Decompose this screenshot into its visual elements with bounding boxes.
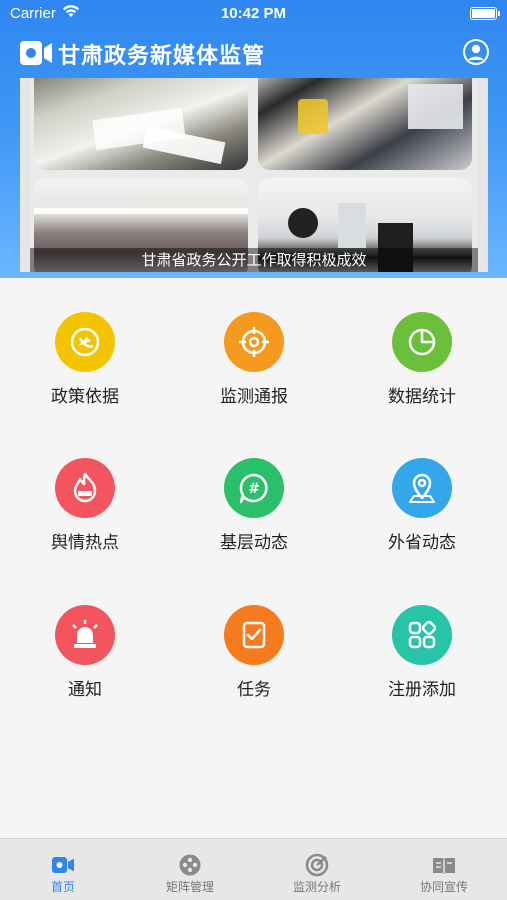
grid-item-monitoring-report[interactable]: 监测通报 xyxy=(169,300,339,420)
grid-item-label: 外省动态 xyxy=(388,533,456,553)
matrix-icon xyxy=(178,853,202,877)
tab-collaborative-publicity[interactable]: 协同宣传 xyxy=(381,839,507,900)
grid-item-data-statistics[interactable]: 数据统计 xyxy=(337,300,507,420)
banner-photo xyxy=(258,78,472,170)
page-title: 甘肃政务新媒体监管 xyxy=(58,44,266,69)
grid-item-other-provinces[interactable]: 外省动态 xyxy=(337,446,507,566)
tab-label: 矩阵管理 xyxy=(165,880,214,894)
apps-grid-icon xyxy=(392,605,452,665)
hashtag-chat-icon: # xyxy=(224,458,284,518)
grid-item-grassroots-news[interactable]: # 基层动态 xyxy=(169,446,339,566)
svg-text:#: # xyxy=(248,481,260,497)
video-camera-icon xyxy=(19,40,53,66)
grid-item-label: 通知 xyxy=(68,680,102,700)
tab-label: 监测分析 xyxy=(292,880,341,894)
grid-item-label: 舆情热点 xyxy=(51,533,119,553)
alarm-siren-icon xyxy=(55,605,115,665)
clock: 10:42 PM xyxy=(220,5,287,22)
grid-item-label: 任务 xyxy=(237,680,271,700)
tab-label: 协同宣传 xyxy=(419,880,468,894)
task-check-icon xyxy=(224,605,284,665)
battery-icon xyxy=(470,7,500,20)
grid-item-label: 基层动态 xyxy=(220,533,288,553)
header: Carrier 10:42 PM 甘肃政务新媒体监管 甘肃省政务公开工作取得积极… xyxy=(0,0,507,278)
map-location-icon xyxy=(392,458,452,518)
tab-home[interactable]: 首页 xyxy=(0,839,126,900)
pie-chart-icon xyxy=(392,312,452,372)
grid-item-label: 数据统计 xyxy=(388,387,456,407)
tab-label: 首页 xyxy=(50,880,75,894)
tab-matrix-management[interactable]: 矩阵管理 xyxy=(127,839,253,900)
navbar: 甘肃政务新媒体监管 xyxy=(0,28,507,76)
banner-caption: 甘肃省政务公开工作取得积极成效 xyxy=(30,248,478,272)
grid-item-label: 政策依据 xyxy=(51,387,119,407)
tab-bar: 首页 矩阵管理 监测分析 协同宣传 xyxy=(0,838,507,900)
grid-item-policy-basis[interactable]: 政策依据 xyxy=(0,300,170,420)
target-icon xyxy=(224,312,284,372)
home-video-icon xyxy=(51,853,75,877)
function-grid: 政策依据 监测通报 数据统计 舆情热点 # 基层动态 外省动态 通知 任务 注册… xyxy=(0,300,507,740)
tab-monitoring-analysis[interactable]: 监测分析 xyxy=(254,839,380,900)
grid-item-notice[interactable]: 通知 xyxy=(0,593,170,713)
grid-item-task[interactable]: 任务 xyxy=(169,593,339,713)
grid-item-register-add[interactable]: 注册添加 xyxy=(337,593,507,713)
fire-icon xyxy=(55,458,115,518)
grid-item-public-opinion[interactable]: 舆情热点 xyxy=(0,446,170,566)
book-icon xyxy=(432,853,456,877)
banner-carousel[interactable]: 甘肃省政务公开工作取得积极成效 xyxy=(20,78,488,272)
party-emblem-icon xyxy=(55,312,115,372)
user-profile-icon[interactable] xyxy=(463,39,489,65)
banner-photo xyxy=(34,78,248,170)
status-bar: Carrier 10:42 PM xyxy=(0,0,507,28)
grid-item-label: 监测通报 xyxy=(220,387,288,407)
radar-icon xyxy=(305,853,329,877)
grid-item-label: 注册添加 xyxy=(388,680,456,700)
